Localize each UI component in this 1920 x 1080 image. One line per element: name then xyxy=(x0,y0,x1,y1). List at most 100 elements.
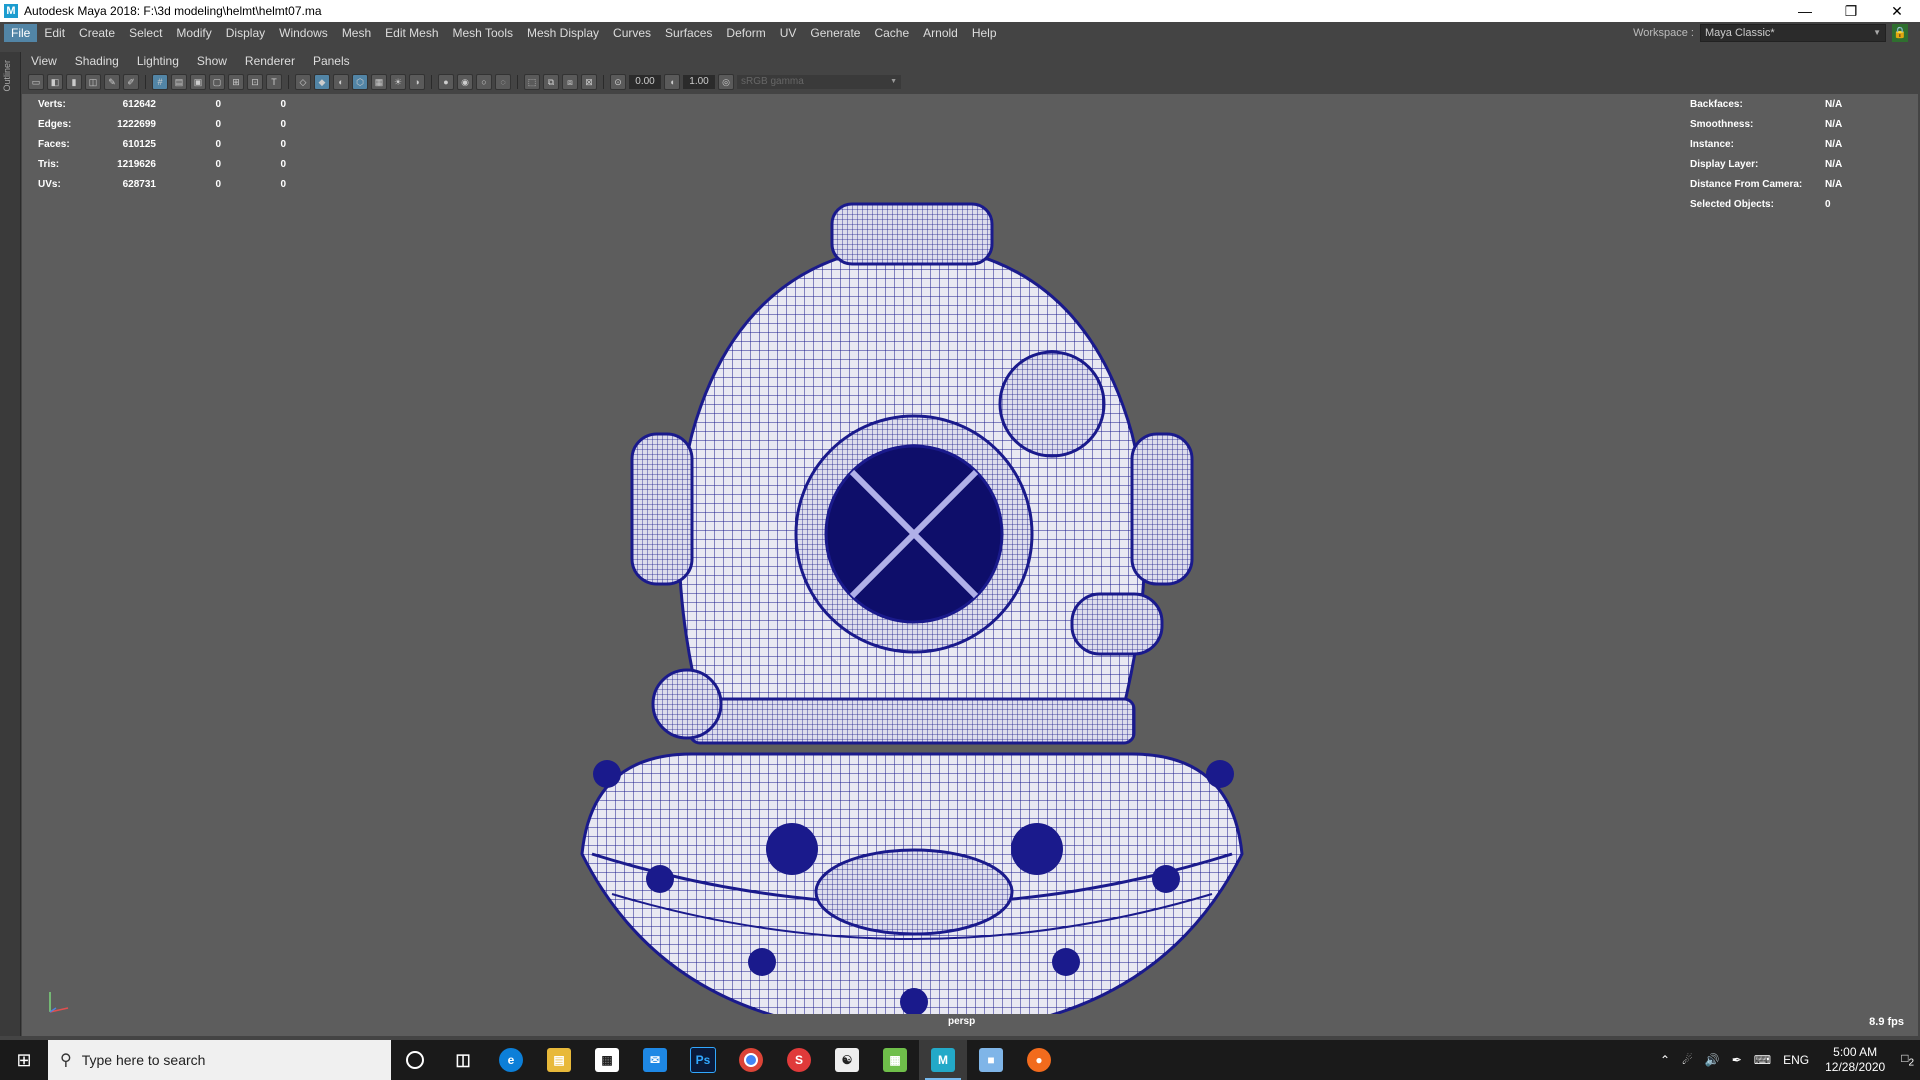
outliner-tab-label[interactable]: Outliner xyxy=(2,60,12,92)
outliner-strip[interactable]: Outliner xyxy=(0,52,21,1036)
textured-icon[interactable]: ▦ xyxy=(371,74,387,90)
restore-icon[interactable]: ❐ xyxy=(1828,0,1874,22)
isolate-select-icon[interactable]: ⬚ xyxy=(524,74,540,90)
wing-nut[interactable] xyxy=(1206,760,1234,788)
xray-icon[interactable]: ⧉ xyxy=(543,74,559,90)
language-indicator[interactable]: ENG xyxy=(1777,1053,1815,1067)
top-vent[interactable] xyxy=(830,202,994,266)
minecraft-icon[interactable]: ▦ xyxy=(871,1040,919,1080)
panel-menu-shading[interactable]: Shading xyxy=(66,54,128,68)
character-app-icon[interactable]: ☯ xyxy=(823,1040,871,1080)
xray-active-icon[interactable]: ⧈ xyxy=(562,74,578,90)
photoshop-icon[interactable]: Ps xyxy=(679,1040,727,1080)
menu-create[interactable]: Create xyxy=(72,24,122,42)
neck-ring[interactable] xyxy=(688,697,1136,745)
cortana-icon[interactable] xyxy=(391,1040,439,1080)
lock-icon[interactable]: 🔒 xyxy=(1892,24,1908,42)
chrome-icon[interactable] xyxy=(727,1040,775,1080)
menu-mesh[interactable]: Mesh xyxy=(335,24,378,42)
volume-icon[interactable]: 🔊 xyxy=(1699,1053,1726,1067)
edge-browser-icon[interactable]: e xyxy=(487,1040,535,1080)
breastplate-grill[interactable] xyxy=(814,848,1014,936)
select-camera-icon[interactable]: ▭ xyxy=(28,74,44,90)
left-side-port[interactable] xyxy=(630,432,694,586)
menu-cache[interactable]: Cache xyxy=(867,24,916,42)
wireframe-on-shaded-icon[interactable]: ⬡ xyxy=(352,74,368,90)
menu-arnold[interactable]: Arnold xyxy=(916,24,965,42)
gamma-field[interactable]: 1.00 xyxy=(683,75,715,89)
orange-app-icon[interactable]: ● xyxy=(1015,1040,1063,1080)
panel-menu-view[interactable]: View xyxy=(22,54,66,68)
color-management-icon[interactable]: ◎ xyxy=(718,74,734,90)
menu-help[interactable]: Help xyxy=(965,24,1004,42)
panel-menu-lighting[interactable]: Lighting xyxy=(128,54,188,68)
menu-edit[interactable]: Edit xyxy=(37,24,72,42)
taskbar-clock[interactable]: 5:00 AM 12/28/2020 xyxy=(1815,1045,1895,1075)
task-view-icon[interactable]: ◫ xyxy=(439,1040,487,1080)
notification-center-icon[interactable]: □2 xyxy=(1895,1051,1920,1068)
wing-nut[interactable] xyxy=(1052,948,1080,976)
bookmark-icon[interactable]: ▮ xyxy=(66,74,82,90)
film-gate-icon[interactable]: ▤ xyxy=(171,74,187,90)
menu-uv[interactable]: UV xyxy=(773,24,804,42)
wing-nut[interactable] xyxy=(646,865,674,893)
panel-menu-renderer[interactable]: Renderer xyxy=(236,54,304,68)
anti-aliasing-icon[interactable]: ○ xyxy=(476,74,492,90)
safe-action-icon[interactable]: ⊡ xyxy=(247,74,263,90)
safe-title-icon[interactable]: T xyxy=(266,74,282,90)
menu-mesh-tools[interactable]: Mesh Tools xyxy=(446,24,520,42)
menu-edit-mesh[interactable]: Edit Mesh xyxy=(378,24,445,42)
field-chart-icon[interactable]: ⊞ xyxy=(228,74,244,90)
microsoft-store-icon[interactable]: ▦ xyxy=(583,1040,631,1080)
wing-nut[interactable] xyxy=(593,760,621,788)
smooth-shade-icon[interactable]: ◆ xyxy=(314,74,330,90)
top-valve[interactable] xyxy=(998,350,1106,458)
menu-generate[interactable]: Generate xyxy=(803,24,867,42)
taskbar-search-box[interactable]: ⚲ Type here to search xyxy=(48,1040,391,1080)
close-icon[interactable]: ✕ xyxy=(1874,0,1920,22)
view-transform-dropdown[interactable]: sRGB gamma xyxy=(737,75,901,89)
wing-nut[interactable] xyxy=(748,948,776,976)
menu-mesh-display[interactable]: Mesh Display xyxy=(520,24,606,42)
panel-menu-panels[interactable]: Panels xyxy=(304,54,359,68)
mail-icon[interactable]: ✉ xyxy=(631,1040,679,1080)
depth-of-field-icon[interactable]: ◌ xyxy=(495,74,511,90)
shadows-icon[interactable]: ◑ xyxy=(409,74,425,90)
menu-modify[interactable]: Modify xyxy=(169,24,218,42)
menu-surfaces[interactable]: Surfaces xyxy=(658,24,719,42)
wing-nut[interactable] xyxy=(1152,865,1180,893)
menu-display[interactable]: Display xyxy=(219,24,272,42)
right-elbow-fitting[interactable] xyxy=(1070,592,1164,656)
keyboard-icon[interactable]: ⌨ xyxy=(1748,1053,1777,1067)
ambient-occlusion-icon[interactable]: ● xyxy=(438,74,454,90)
menu-select[interactable]: Select xyxy=(122,24,169,42)
breastplate-bolt[interactable] xyxy=(1011,823,1063,875)
wireframe-icon[interactable]: ◇ xyxy=(295,74,311,90)
exposure-field[interactable]: 0.00 xyxy=(629,75,661,89)
show-hidden-icons-icon[interactable]: ⌃ xyxy=(1654,1053,1676,1067)
gamma-icon[interactable]: ◖ xyxy=(664,74,680,90)
default-material-icon[interactable]: ◐ xyxy=(333,74,349,90)
use-all-lights-icon[interactable]: ☀ xyxy=(390,74,406,90)
persp-viewport[interactable]: Verts: 612642 0 0 Edges: 1222699 0 0 Faces: 610… xyxy=(22,94,1918,1036)
gate-mask-icon[interactable]: ▢ xyxy=(209,74,225,90)
grease-pencil-icon[interactable]: ✐ xyxy=(123,74,139,90)
left-valve[interactable] xyxy=(651,668,723,740)
grid-icon[interactable]: # xyxy=(152,74,168,90)
motion-blur-icon[interactable]: ◉ xyxy=(457,74,473,90)
2d-pan-zoom-icon[interactable]: ✎ xyxy=(104,74,120,90)
file-explorer-icon[interactable]: ▤ xyxy=(535,1040,583,1080)
pen-icon[interactable]: ✒ xyxy=(1726,1053,1748,1067)
menu-windows[interactable]: Windows xyxy=(272,24,335,42)
xray-joints-icon[interactable]: ⊠ xyxy=(581,74,597,90)
minimize-icon[interactable]: — xyxy=(1782,0,1828,22)
menu-file[interactable]: File xyxy=(4,24,38,42)
resolution-gate-icon[interactable]: ▣ xyxy=(190,74,206,90)
diving-helmet-wireframe-model[interactable] xyxy=(552,134,1272,1014)
image-plane-icon[interactable]: ◫ xyxy=(85,74,101,90)
substance-icon[interactable]: S xyxy=(775,1040,823,1080)
exposure-icon[interactable]: ⊙ xyxy=(610,74,626,90)
blue-app-icon[interactable]: ■ xyxy=(967,1040,1015,1080)
menu-curves[interactable]: Curves xyxy=(606,24,658,42)
breastplate-bolt[interactable] xyxy=(766,823,818,875)
